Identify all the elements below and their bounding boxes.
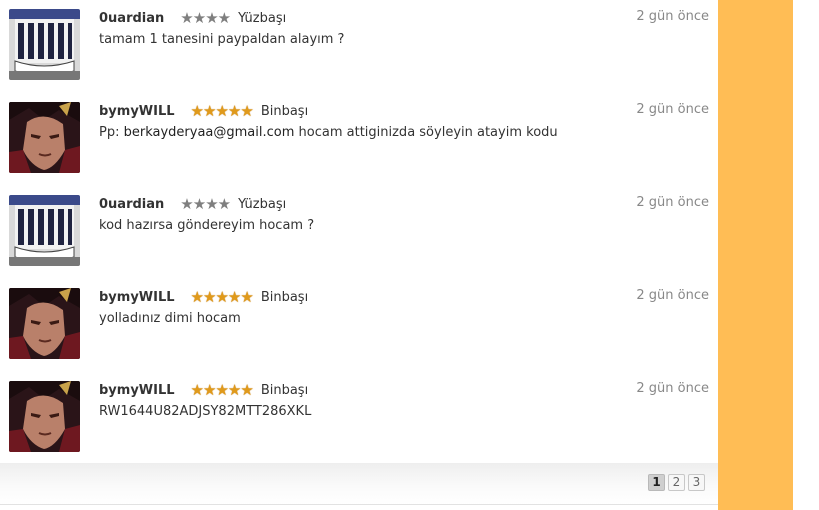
timestamp: 2 gün önce xyxy=(636,381,709,396)
timestamp: 2 gün önce xyxy=(636,288,709,303)
rank-stars: ★ ★ ★ ★ xyxy=(180,8,231,27)
warrior-avatar-icon[interactable] xyxy=(9,102,80,173)
divider xyxy=(0,504,718,505)
page-button-3[interactable]: 3 xyxy=(688,474,705,491)
rank-label: Yüzbaşı xyxy=(238,10,287,26)
comment-item: bymyWILL ★ ★ ★ ★ ★ Binbaşı 2 gün önce RW… xyxy=(0,372,718,465)
comment-meta: bymyWILL ★ ★ ★ ★ ★ Binbaşı xyxy=(99,103,308,119)
star-icon: ★ xyxy=(180,8,193,27)
comment-text-prefix: Pp: xyxy=(99,125,124,140)
star-icon: ★ xyxy=(215,380,228,399)
rank-stars: ★ ★ ★ ★ xyxy=(180,194,231,213)
comment-text: Pp: berkayderyaa@gmail.com hocam attigin… xyxy=(99,125,558,140)
comment-text: kod hazırsa göndereyim hocam ? xyxy=(99,218,315,233)
rank-label: Binbaşı xyxy=(260,382,309,398)
star-icon: ★ xyxy=(180,194,193,213)
username-link[interactable]: 0uardian xyxy=(99,11,164,26)
star-icon: ★ xyxy=(240,380,253,399)
star-icon: ★ xyxy=(203,287,216,306)
page-button-1[interactable]: 1 xyxy=(648,474,665,491)
username-link[interactable]: bymyWILL xyxy=(99,383,175,398)
star-icon: ★ xyxy=(190,287,204,306)
comment-meta: bymyWILL ★ ★ ★ ★ ★ Binbaşı xyxy=(99,382,308,398)
rank-label: Binbaşı xyxy=(260,289,309,305)
rank-stars: ★ ★ ★ ★ ★ xyxy=(190,101,254,120)
username-link[interactable]: bymyWILL xyxy=(99,104,175,119)
star-icon: ★ xyxy=(190,380,204,399)
pagination: 1 2 3 xyxy=(648,474,705,491)
list-footer xyxy=(0,463,718,505)
star-icon: ★ xyxy=(217,8,231,27)
guardian-avatar-icon[interactable] xyxy=(9,195,80,266)
timestamp: 2 gün önce xyxy=(636,9,709,24)
comment-meta: bymyWILL ★ ★ ★ ★ ★ Binbaşı xyxy=(99,289,308,305)
comment-item: bymyWILL ★ ★ ★ ★ ★ Binbaşı 2 gün önce yo… xyxy=(0,279,718,372)
comment-text: yolladınız dimi hocam xyxy=(99,311,241,326)
rank-stars: ★ ★ ★ ★ ★ xyxy=(190,380,254,399)
username-link[interactable]: bymyWILL xyxy=(99,290,175,305)
guardian-avatar-icon[interactable] xyxy=(9,9,80,80)
star-icon: ★ xyxy=(240,287,253,306)
star-icon: ★ xyxy=(215,287,228,306)
star-icon: ★ xyxy=(227,380,241,399)
side-panel xyxy=(718,0,793,510)
star-icon: ★ xyxy=(227,101,241,120)
rank-label: Yüzbaşı xyxy=(238,196,287,212)
star-icon: ★ xyxy=(205,8,218,27)
timestamp: 2 gün önce xyxy=(636,102,709,117)
star-icon: ★ xyxy=(192,194,206,213)
comment-text: RW1644U82ADJSY82MTT286XKL xyxy=(99,404,312,419)
star-icon: ★ xyxy=(203,101,216,120)
star-icon: ★ xyxy=(205,194,218,213)
rank-stars: ★ ★ ★ ★ ★ xyxy=(190,287,254,306)
rank-label: Binbaşı xyxy=(260,103,309,119)
star-icon: ★ xyxy=(217,194,231,213)
page-button-2[interactable]: 2 xyxy=(668,474,685,491)
username-link[interactable]: 0uardian xyxy=(99,197,164,212)
star-icon: ★ xyxy=(192,8,206,27)
star-icon: ★ xyxy=(215,101,228,120)
comment-list: 0uardian ★ ★ ★ ★ Yüzbaşı 2 gün önce tama… xyxy=(0,0,718,510)
comment-meta: 0uardian ★ ★ ★ ★ Yüzbaşı xyxy=(99,196,286,212)
comment-meta: 0uardian ★ ★ ★ ★ Yüzbaşı xyxy=(99,10,286,26)
comment-item: 0uardian ★ ★ ★ ★ Yüzbaşı 2 gün önce tama… xyxy=(0,0,718,93)
star-icon: ★ xyxy=(227,287,241,306)
timestamp: 2 gün önce xyxy=(636,195,709,210)
comment-text-suffix: hocam attiginizda söyleyin atayim kodu xyxy=(294,125,558,140)
star-icon: ★ xyxy=(190,101,204,120)
comment-item: bymyWILL ★ ★ ★ ★ ★ Binbaşı 2 gün önce Pp… xyxy=(0,93,718,186)
star-icon: ★ xyxy=(240,101,253,120)
star-icon: ★ xyxy=(203,380,216,399)
warrior-avatar-icon[interactable] xyxy=(9,288,80,359)
warrior-avatar-icon[interactable] xyxy=(9,381,80,452)
comment-item: 0uardian ★ ★ ★ ★ Yüzbaşı 2 gün önce kod … xyxy=(0,186,718,279)
email-link[interactable]: berkayderyaa@gmail.com xyxy=(124,125,295,140)
comment-text: tamam 1 tanesini paypaldan alayım ? xyxy=(99,32,345,47)
